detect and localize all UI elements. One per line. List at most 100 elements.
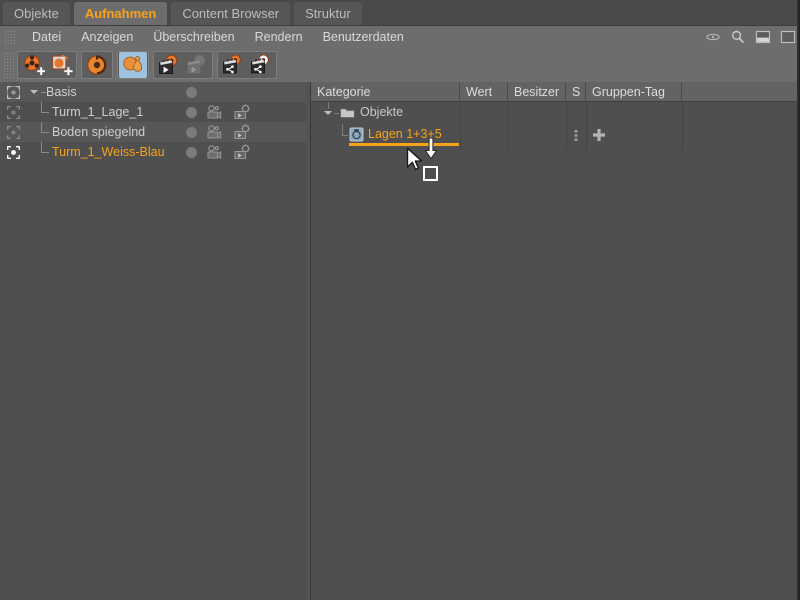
row-label: Objekte — [360, 105, 404, 119]
toolbar-group-override — [117, 51, 149, 79]
tree-connector — [41, 102, 42, 112]
tree-connector — [342, 135, 348, 136]
layout-split-icon[interactable] — [755, 29, 771, 45]
column-header-gruppen-tag[interactable]: Gruppen-Tag — [586, 82, 682, 102]
take-marker-icon[interactable] — [7, 106, 20, 119]
table-header-row: Kategorie Wert Besitzer S Gruppen-Tag — [311, 82, 798, 102]
expander-expanded-icon[interactable] — [323, 109, 334, 117]
column-label: Kategorie — [317, 85, 371, 99]
menu-label: Rendern — [254, 30, 303, 44]
auto-take-mode-icon[interactable] — [83, 52, 111, 78]
panel-tab-bar: Objekte Aufnahmen Content Browser Strukt… — [0, 0, 800, 26]
column-header-besitzer[interactable]: Besitzer — [508, 82, 566, 102]
column-label: Wert — [466, 85, 493, 99]
take-camera-icon[interactable] — [205, 104, 223, 120]
toolbar-group-create — [17, 51, 77, 79]
drag-grip-icon[interactable] — [4, 30, 16, 44]
drag-grip-icon[interactable] — [3, 52, 14, 78]
drag-ghost-box — [423, 166, 438, 181]
table-row-lagen-1-3-5[interactable]: Lagen 1+3+5 — [311, 124, 798, 146]
tab-objekte[interactable]: Objekte — [2, 1, 71, 25]
take-state-dot-icon[interactable] — [186, 127, 197, 138]
take-marker-icon[interactable] — [7, 126, 20, 139]
menu-label: Benutzerdaten — [322, 30, 404, 44]
take-marker-active-icon[interactable] — [7, 146, 20, 159]
menu-datei[interactable]: Datei — [22, 30, 71, 44]
column-label: S — [572, 85, 581, 99]
drop-indicator-line — [349, 143, 459, 146]
take-label: Turm_1_Weiss-Blau — [52, 145, 165, 159]
vertical-dots-icon[interactable] — [572, 129, 580, 142]
menu-rendern[interactable]: Rendern — [245, 30, 313, 44]
take-render-settings-icon[interactable] — [233, 124, 253, 140]
tab-aufnahmen[interactable]: Aufnahmen — [72, 1, 169, 25]
tree-connector — [41, 132, 49, 133]
plus-icon[interactable] — [592, 128, 606, 142]
expander-expanded-icon[interactable] — [29, 88, 40, 96]
selection-object-icon[interactable] — [349, 127, 364, 142]
tab-label: Content Browser — [182, 6, 280, 21]
tree-connector — [334, 113, 339, 114]
folder-icon — [340, 108, 355, 118]
search-icon[interactable] — [730, 29, 746, 45]
take-row-boden-spiegelnd[interactable]: Boden spiegelnd — [0, 122, 306, 142]
tree-connector — [41, 142, 42, 152]
takes-toolbar — [0, 48, 800, 82]
column-header-kategorie[interactable]: Kategorie — [311, 82, 460, 102]
tree-connector — [41, 152, 49, 153]
takes-manager-window: Objekte Aufnahmen Content Browser Strukt… — [0, 0, 800, 600]
take-label: Basis — [46, 85, 77, 99]
row-label: Lagen 1+3+5 — [368, 127, 442, 141]
tab-label: Struktur — [305, 6, 351, 21]
menu-label: Überschreiben — [153, 30, 235, 44]
menu-anzeigen[interactable]: Anzeigen — [71, 30, 143, 44]
take-label: Boden spiegelnd — [52, 125, 146, 139]
new-take-icon[interactable] — [19, 52, 47, 78]
column-label: Gruppen-Tag — [592, 85, 665, 99]
take-camera-icon[interactable] — [205, 124, 223, 140]
new-camera-take-icon[interactable] — [47, 52, 75, 78]
menu-ueberschreiben[interactable]: Überschreiben — [143, 30, 244, 44]
take-row-icons — [205, 104, 253, 120]
render-take-icon[interactable] — [155, 52, 183, 78]
menu-label: Anzeigen — [81, 30, 134, 44]
render-marked-takes-icon[interactable] — [219, 52, 247, 78]
take-row-turm-1-lage-1[interactable]: Turm_1_Lage_1 — [0, 102, 306, 122]
take-state-dot-icon[interactable] — [186, 107, 197, 118]
take-row-turm-1-weiss-blau[interactable]: Turm_1_Weiss-Blau — [0, 142, 306, 162]
render-take-disabled-icon[interactable] — [183, 52, 211, 78]
take-list-panel[interactable]: Basis Turm_1_Lage_1 Boden spiegelnd Turm… — [0, 82, 306, 600]
tab-content-browser[interactable]: Content Browser — [170, 1, 292, 25]
menu-benutzerdaten[interactable]: Benutzerdaten — [313, 30, 414, 44]
layout-single-icon[interactable] — [780, 29, 796, 45]
take-marker-icon[interactable] — [7, 86, 20, 99]
take-label: Turm_1_Lage_1 — [52, 105, 144, 119]
menu-bar-right-icons — [705, 26, 796, 48]
take-row-icons — [205, 124, 253, 140]
column-header-wert[interactable]: Wert — [460, 82, 508, 102]
take-state-dot-icon[interactable] — [186, 87, 197, 98]
toolbar-group-render-batch — [217, 51, 277, 79]
table-body: Objekte Lagen 1+3+5 — [311, 102, 798, 600]
tab-label: Aufnahmen — [84, 6, 157, 21]
tab-struktur[interactable]: Struktur — [293, 1, 363, 25]
column-label: Besitzer — [514, 85, 560, 99]
take-camera-icon[interactable] — [205, 144, 223, 160]
column-header-s[interactable]: S — [566, 82, 586, 102]
take-render-settings-icon[interactable] — [233, 144, 253, 160]
toolbar-group-auto — [81, 51, 113, 79]
take-row-basis[interactable]: Basis — [0, 82, 306, 102]
menu-label: Datei — [32, 30, 62, 44]
take-row-icons — [205, 144, 253, 160]
tree-connector — [328, 102, 329, 109]
eye-icon[interactable] — [705, 29, 721, 45]
table-row-objekte[interactable]: Objekte — [311, 102, 798, 124]
overrides-table-panel[interactable]: Kategorie Wert Besitzer S Gruppen-Tag Ob… — [310, 82, 798, 600]
take-render-settings-icon[interactable] — [233, 104, 253, 120]
tree-connector — [41, 112, 49, 113]
take-state-dot-icon[interactable] — [186, 147, 197, 158]
override-group-icon[interactable] — [119, 52, 147, 78]
column-header-spacer[interactable] — [682, 82, 798, 102]
tree-connector — [342, 124, 343, 135]
render-all-takes-icon[interactable] — [247, 52, 275, 78]
